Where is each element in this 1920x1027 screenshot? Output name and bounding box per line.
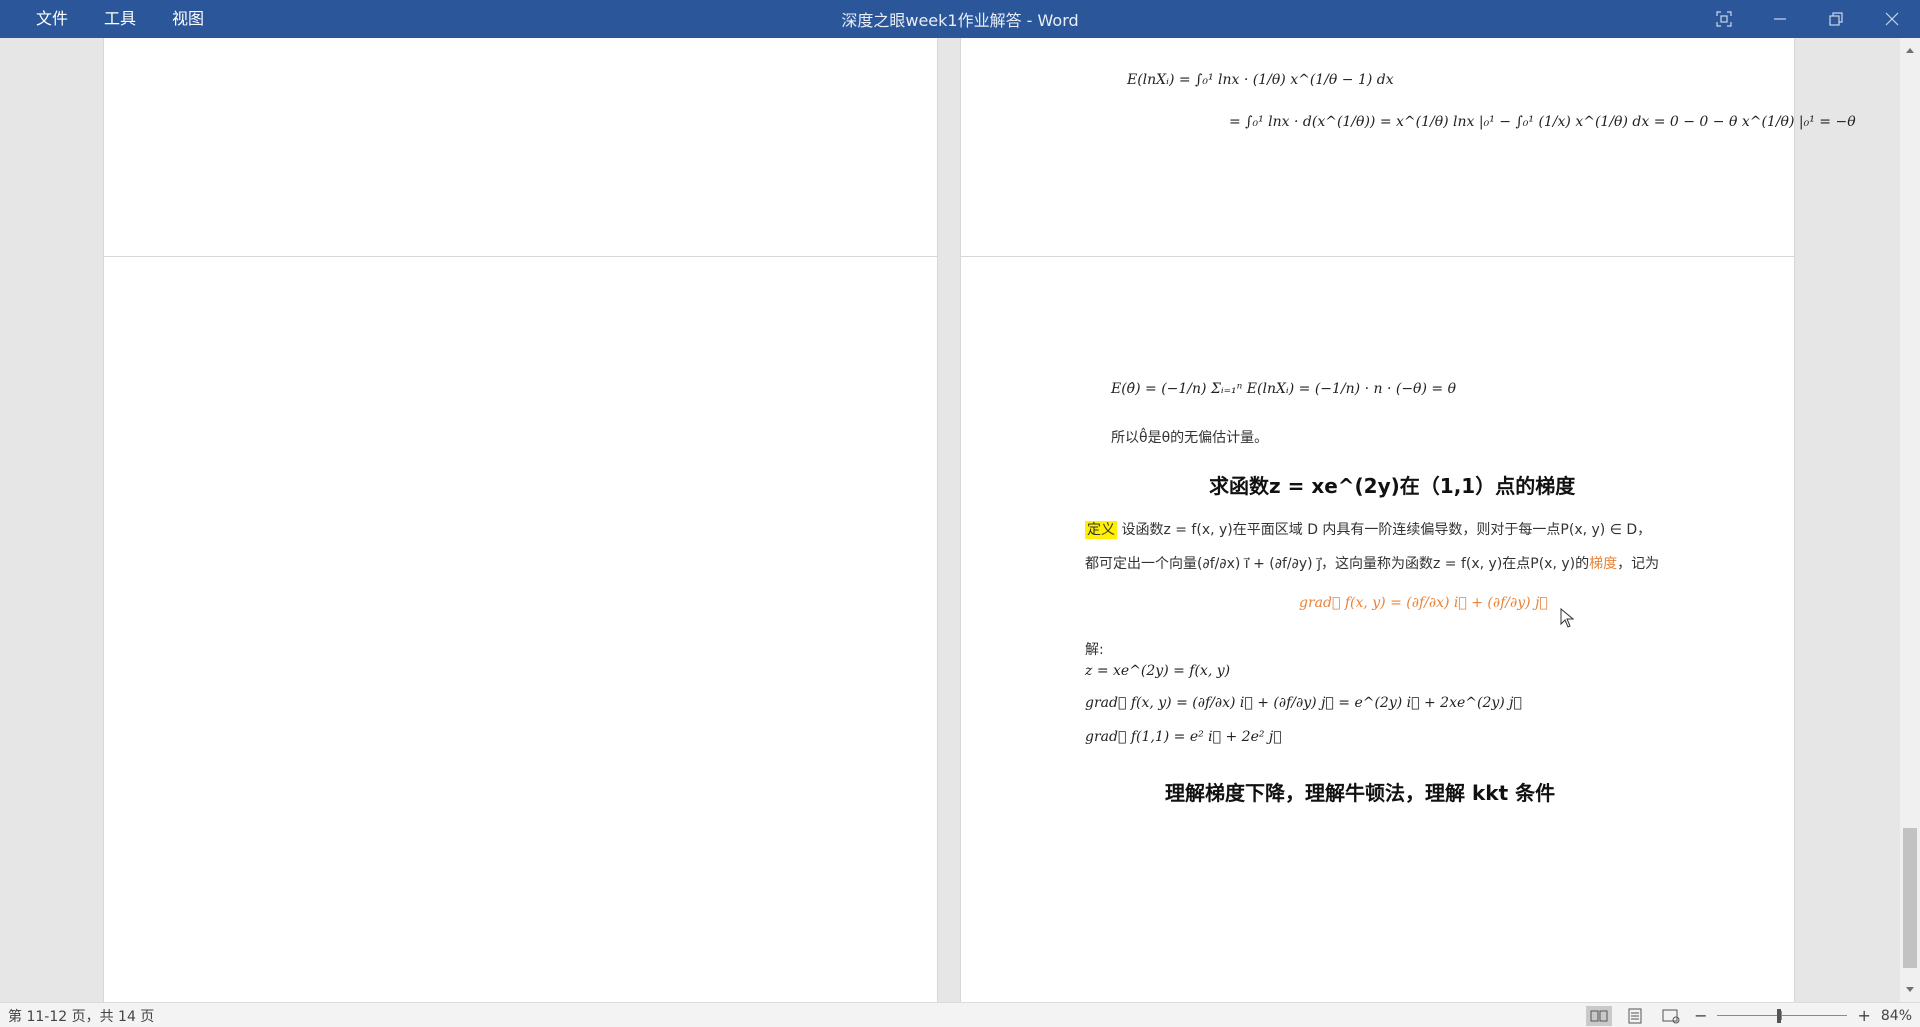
word-app: 文件 工具 视图 深度之眼week1作业解答 - Word E(lnXᵢ) = … bbox=[0, 0, 1920, 1027]
focus-mode-icon bbox=[1716, 11, 1732, 27]
print-layout-button[interactable] bbox=[1622, 1006, 1648, 1026]
close-icon bbox=[1885, 12, 1899, 26]
restore-icon bbox=[1829, 12, 1843, 26]
menu-bar: 文件 工具 视图 bbox=[18, 0, 222, 38]
definition-line-2: 都可定出一个向量(∂f/∂x) i⃗ + (∂f/∂y) j⃗，这向量称为函数z… bbox=[1085, 553, 1659, 573]
solution-step-1: z = xe^(2y) = f(x, y) bbox=[1085, 663, 1231, 679]
menu-view[interactable]: 视图 bbox=[154, 0, 222, 38]
window-controls bbox=[1696, 0, 1920, 38]
status-right: − + 84% bbox=[1586, 1003, 1912, 1027]
chevron-up-icon bbox=[1906, 48, 1914, 53]
equation-expectation-lnx: E(lnXᵢ) = ∫₀¹ lnx · (1/θ) x^(1/θ − 1) dx bbox=[1127, 72, 1394, 88]
status-bar: 第 11-12 页，共 14 页 − + 84% bbox=[0, 1002, 1920, 1027]
definition-label: 定义 bbox=[1085, 521, 1117, 539]
focus-mode-button[interactable] bbox=[1696, 0, 1752, 38]
read-mode-button[interactable] bbox=[1586, 1005, 1613, 1026]
minimize-button[interactable] bbox=[1752, 0, 1808, 38]
equation-expectation-theta-hat: E(θ̂) = (−1/n) Σᵢ₌₁ⁿ E(lnXᵢ) = (−1/n) · … bbox=[1111, 381, 1456, 397]
mouse-cursor-icon bbox=[1560, 608, 1574, 628]
gradient-definition-formula: grad⃗ f(x, y) = (∂f/∂x) i⃗ + (∂f/∂y) j⃗ bbox=[1299, 595, 1548, 611]
definition-line-1: 定义 设函数z = f(x, y)在平面区域 D 内具有一阶连续偏导数，则对于每… bbox=[1085, 519, 1651, 539]
equation-expectation-lnx-derivation: = ∫₀¹ lnx · d(x^(1/θ)) = x^(1/θ) lnx |₀¹… bbox=[1229, 114, 1856, 130]
page-count[interactable]: 第 11-12 页，共 14 页 bbox=[8, 1006, 154, 1026]
page-11[interactable] bbox=[104, 257, 937, 1002]
page-10-left[interactable] bbox=[104, 38, 937, 278]
document-area[interactable]: E(lnXᵢ) = ∫₀¹ lnx · (1/θ) x^(1/θ − 1) dx… bbox=[0, 38, 1900, 1002]
zoom-out-button[interactable]: − bbox=[1694, 1006, 1707, 1025]
menu-file[interactable]: 文件 bbox=[18, 0, 86, 38]
solution-label: 解: bbox=[1085, 642, 1104, 658]
vertical-scrollbar[interactable] bbox=[1900, 38, 1920, 1002]
definition-text: 设函数z = f(x, y)在平面区域 D 内具有一阶连续偏导数，则对于每一点P… bbox=[1121, 522, 1652, 538]
web-layout-button[interactable] bbox=[1658, 1006, 1684, 1026]
print-layout-icon bbox=[1628, 1008, 1642, 1023]
definition-keyword-gradient: 梯度 bbox=[1589, 556, 1618, 572]
definition-text-2a: 都可定出一个向量(∂f/∂x) i⃗ + (∂f/∂y) j⃗，这向量称为函数z… bbox=[1085, 556, 1590, 572]
menu-tools[interactable]: 工具 bbox=[86, 0, 154, 38]
scroll-down-arrow[interactable] bbox=[1902, 982, 1918, 998]
heading-gradient-question: 求函数z = xe^(2y)在（1,1）点的梯度 bbox=[1209, 474, 1576, 498]
scrollbar-thumb[interactable] bbox=[1903, 828, 1917, 968]
zoom-in-button[interactable]: + bbox=[1857, 1006, 1870, 1025]
zoom-level[interactable]: 84% bbox=[1881, 1008, 1912, 1024]
zoom-slider-thumb[interactable] bbox=[1777, 1008, 1782, 1023]
minimize-icon bbox=[1774, 18, 1786, 20]
read-mode-icon bbox=[1590, 1010, 1608, 1021]
solution-step-3: grad⃗ f(1,1) = e² i⃗ + 2e² j⃗ bbox=[1085, 729, 1282, 745]
page-12[interactable]: E(θ̂) = (−1/n) Σᵢ₌₁ⁿ E(lnXᵢ) = (−1/n) · … bbox=[961, 257, 1794, 1002]
window-title: 深度之眼week1作业解答 - Word bbox=[841, 11, 1079, 30]
scroll-up-arrow[interactable] bbox=[1902, 42, 1918, 58]
conclusion-text: 所以θ̂是θ的无偏估计量。 bbox=[1111, 430, 1269, 446]
page-10-right[interactable]: E(lnXᵢ) = ∫₀¹ lnx · (1/θ) x^(1/θ − 1) dx… bbox=[961, 38, 1856, 278]
restore-button[interactable] bbox=[1808, 0, 1864, 38]
zoom-slider[interactable] bbox=[1717, 1006, 1848, 1026]
solution-step-2: grad⃗ f(x, y) = (∂f/∂x) i⃗ + (∂f/∂y) j⃗ … bbox=[1085, 695, 1522, 711]
definition-text-2b: ，记为 bbox=[1617, 556, 1660, 572]
title-bar: 文件 工具 视图 深度之眼week1作业解答 - Word bbox=[0, 0, 1920, 38]
close-button[interactable] bbox=[1864, 0, 1920, 38]
web-layout-icon bbox=[1662, 1009, 1680, 1023]
heading-gradient-descent: 理解梯度下降，理解牛顿法，理解 kkt 条件 bbox=[1165, 781, 1556, 805]
chevron-down-icon bbox=[1906, 987, 1914, 992]
